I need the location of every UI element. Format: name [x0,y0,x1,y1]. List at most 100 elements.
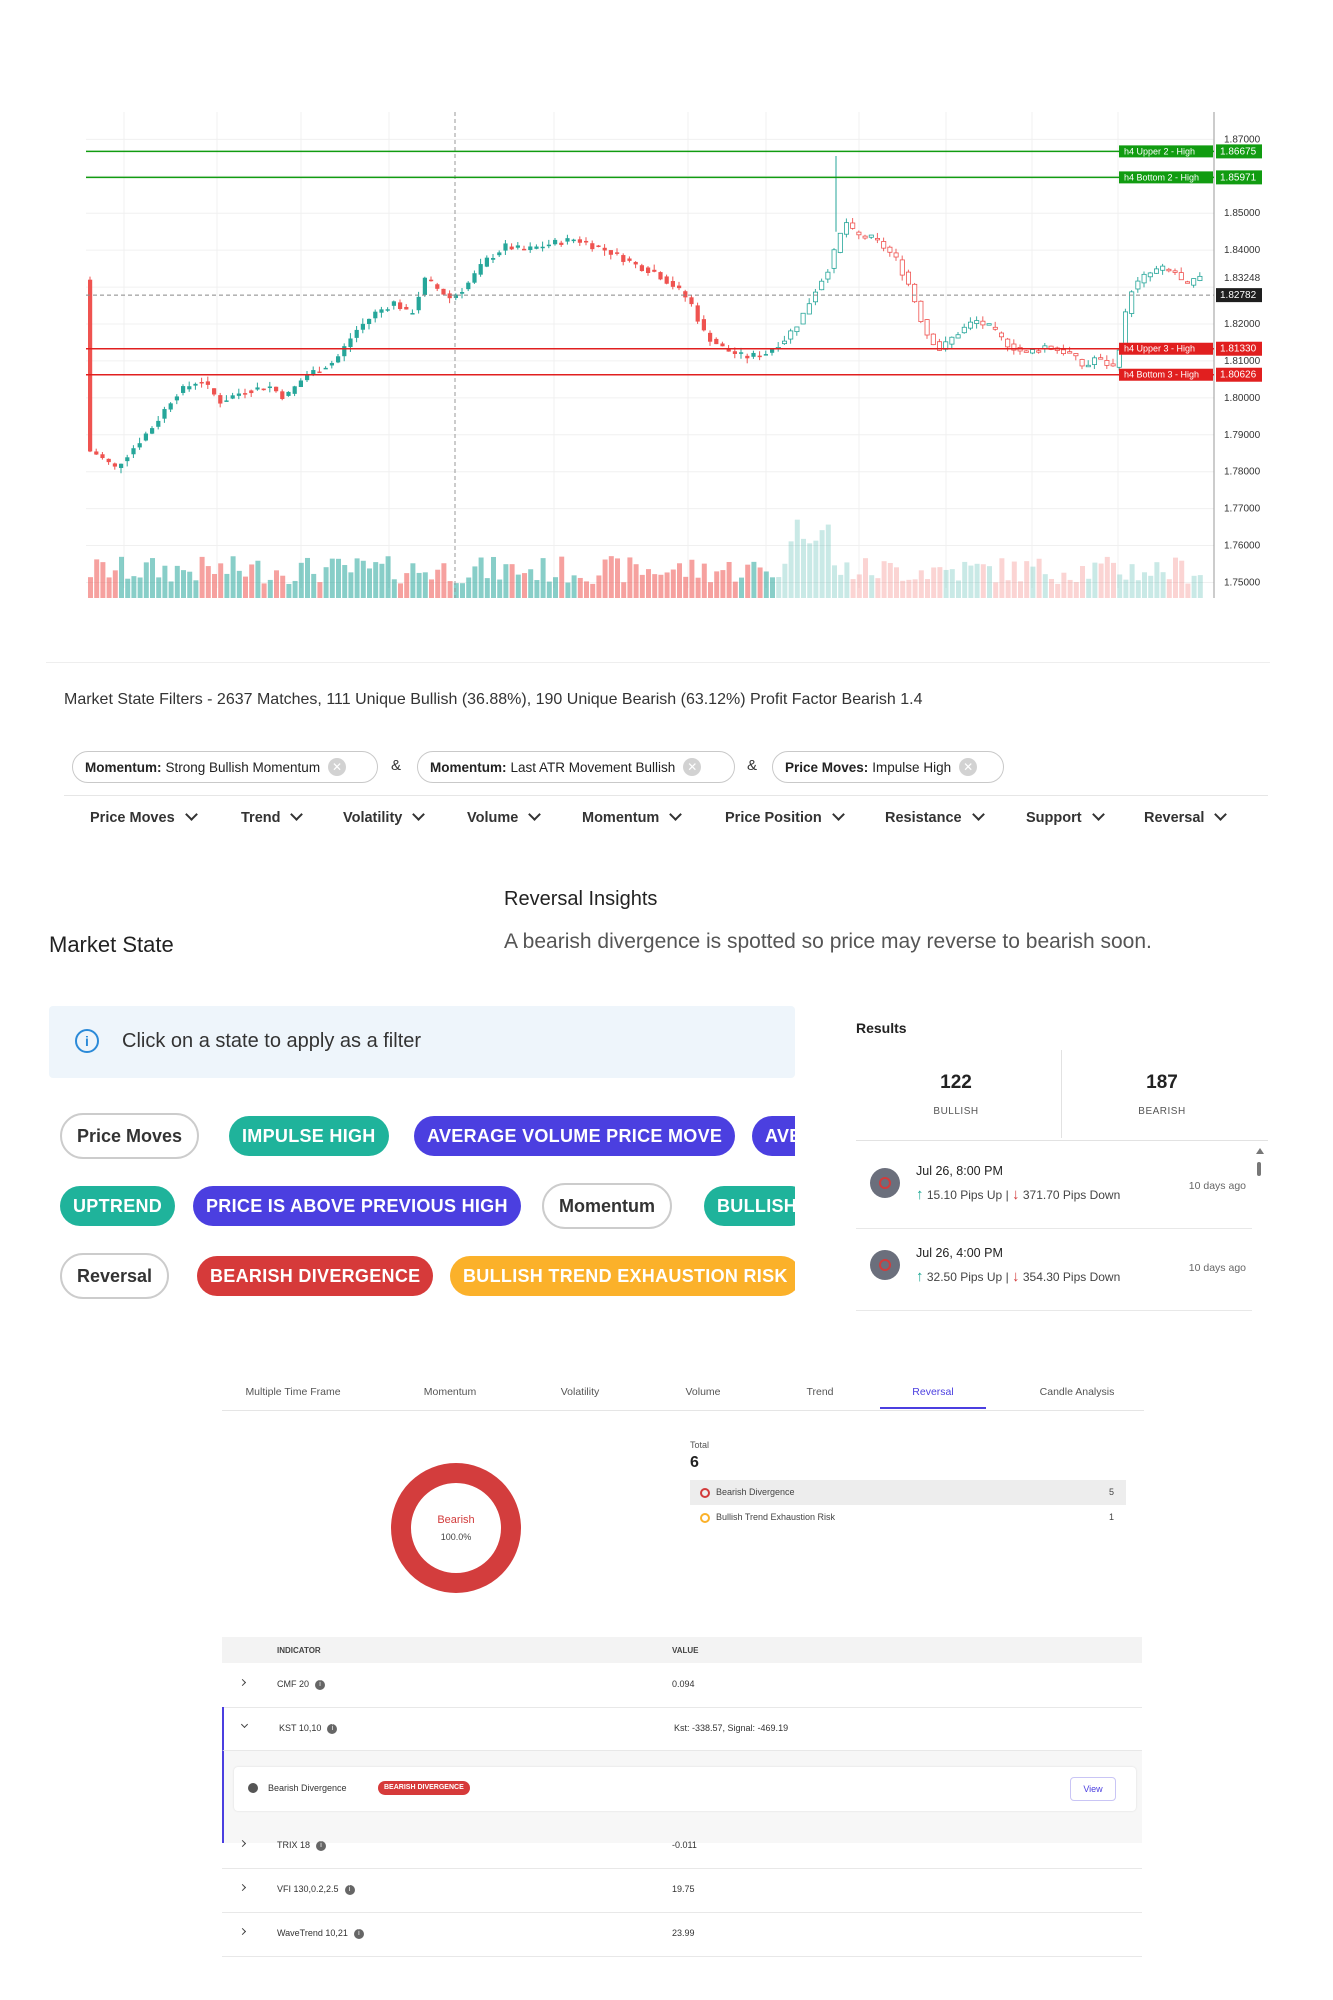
state-ave-truncated[interactable]: AVE [752,1116,795,1156]
summary-row[interactable]: Bullish Trend Exhaustion Risk 1 [690,1505,1126,1530]
menu-support[interactable]: Support [1026,808,1105,826]
menu-resistance[interactable]: Resistance [885,808,985,826]
price-chart-svg[interactable]: 1.87000 1.85000 1.84000 1.83248 1.82000 1.810… [86,112,1266,598]
remove-chip-icon[interactable]: ✕ [328,758,347,776]
menu-price-position[interactable]: Price Position [725,808,845,826]
menu-volatility[interactable]: Volatility [343,808,426,826]
volume-bar [1142,572,1147,598]
volume-bar [881,561,887,598]
result-date: Jul 26, 4:00 PM [916,1246,1003,1260]
candle-body [205,381,210,385]
tab-volume[interactable]: Volume [668,1386,738,1398]
tab-multiple-time-frame[interactable]: Multiple Time Frame [238,1386,348,1398]
bearish-dot-icon [700,1488,710,1498]
volume-bar [460,583,465,598]
indicator-row-trix[interactable]: TRIX 18 i -0.011 [222,1824,1142,1869]
tab-reversal[interactable]: Reversal [893,1386,973,1398]
market-state-filters-panel: Market State Filters - 2637 Matches, 111… [46,662,1270,867]
result-item[interactable]: Jul 26, 4:00 PM ↑ 32.50 Pips Up | ↓ 354.… [856,1228,1252,1311]
candle-body [974,320,980,324]
state-category-momentum[interactable]: Momentum [542,1183,672,1229]
volume-bar [367,568,372,598]
volume-bar [1011,561,1017,598]
info-icon[interactable]: i [353,1928,364,1939]
info-icon[interactable]: i [315,1679,326,1690]
filter-chip-impulse-high[interactable]: Price Moves: Impulse High ✕ [772,751,1004,783]
volume-bar [546,581,552,598]
candle-body [831,249,837,269]
candle-body [1104,360,1110,366]
volume-bar [119,556,124,598]
indicator-row-kst[interactable]: KST 10,10 i Kst: -338.57, Signal: -469.19 [222,1707,1142,1751]
scroll-up-icon[interactable] [1256,1148,1264,1154]
view-button[interactable]: View [1070,1777,1116,1801]
menu-momentum[interactable]: Momentum [582,808,683,826]
state-average-volume-price-move[interactable]: AVERAGE VOLUME PRICE MOVE [414,1116,736,1156]
state-category-reversal[interactable]: Reversal [60,1253,170,1299]
chevron-right-icon[interactable] [238,1883,247,1892]
volume-bar [1148,575,1154,598]
menu-price-moves[interactable]: Price Moves [90,808,198,826]
candle-body [305,375,310,381]
state-bearish-divergence[interactable]: BEARISH DIVERGENCE [197,1256,434,1296]
chevron-right-icon[interactable] [238,1678,247,1687]
indicator-row-vfi[interactable]: VFI 130,0.2,2.5 i 19.75 [222,1868,1142,1913]
candle-body [1135,280,1141,290]
menu-label: Trend [241,810,281,826]
volume-bar [193,580,199,598]
filter-chip-last-atr-movement-bullish[interactable]: Momentum: Last ATR Movement Bullish ✕ [417,751,735,783]
state-bullish-truncated[interactable]: BULLISH [704,1186,795,1226]
volume-bar [918,570,924,598]
state-category-price-moves[interactable]: Price Moves [60,1113,200,1159]
indicator-row-wavetrend[interactable]: WaveTrend 10,21 i 23.99 [222,1912,1142,1957]
price-chart[interactable]: 1.87000 1.85000 1.84000 1.83248 1.82000 1.810… [86,112,1266,598]
filters-summary: Market State Filters - 2637 Matches, 111… [64,691,923,708]
volume-bar [1098,563,1104,598]
candle-body [819,280,825,291]
tab-candle-analysis[interactable]: Candle Analysis [1022,1386,1132,1398]
indicator-name-text: VFI 130,0.2,2.5 [277,1884,339,1894]
remove-chip-icon[interactable]: ✕ [959,758,978,776]
menu-label: Price Position [725,810,822,826]
results-scrollbar[interactable] [1256,1148,1264,1308]
menu-volume[interactable]: Volume [467,808,542,826]
volume-bar [1061,572,1067,598]
volume-bar [509,564,515,598]
candle-body [112,463,117,467]
candle-body [534,246,539,249]
volume-bar [553,577,558,598]
state-impulse-high[interactable]: IMPULSE HIGH [229,1116,389,1156]
indicator-row-cmf[interactable]: CMF 20 i 0.094 [222,1663,1142,1708]
volume-bar [336,558,341,598]
tab-volatility[interactable]: Volatility [540,1386,620,1398]
info-icon[interactable]: i [316,1840,327,1851]
state-bullish-trend-exhaustion-risk[interactable]: BULLISH TREND EXHAUSTION RISK [450,1256,795,1296]
pips-up: 15.10 Pips Up [926,1188,1003,1202]
chevron-right-icon[interactable] [238,1839,247,1848]
state-price-above-previous-high[interactable]: PRICE IS ABOVE PREVIOUS HIGH [193,1186,521,1226]
filter-chip-strong-bullish-momentum[interactable]: Momentum: Strong Bullish Momentum ✕ [72,751,378,783]
y-tick-label: 1.84000 [1224,245,1261,256]
menu-reversal[interactable]: Reversal [1144,808,1228,826]
candle-body [472,273,477,283]
y-tick-label: 1.81000 [1224,356,1261,367]
candle-body [584,240,589,243]
chevron-down-icon[interactable] [240,1720,249,1729]
summary-row[interactable]: Bearish Divergence 5 [690,1480,1126,1505]
volume-bar [925,579,930,598]
result-item[interactable]: Jul 26, 8:00 PM ↑ 15.10 Pips Up | ↓ 371.… [856,1146,1252,1229]
remove-chip-icon[interactable]: ✕ [683,758,702,776]
chevron-right-icon[interactable] [238,1927,247,1936]
candle-body [1191,278,1197,286]
info-icon[interactable]: i [327,1723,338,1734]
scroll-thumb[interactable] [1257,1162,1261,1176]
result-date: Jul 26, 8:00 PM [916,1164,1003,1178]
volume-bar [869,575,875,598]
info-icon[interactable]: i [344,1884,355,1895]
volume-bar [757,567,763,598]
state-uptrend[interactable]: UPTREND [60,1186,176,1226]
menu-trend[interactable]: Trend [241,808,304,826]
candle-body [565,238,570,242]
tab-momentum[interactable]: Momentum [405,1386,495,1398]
tab-trend[interactable]: Trend [790,1386,850,1398]
